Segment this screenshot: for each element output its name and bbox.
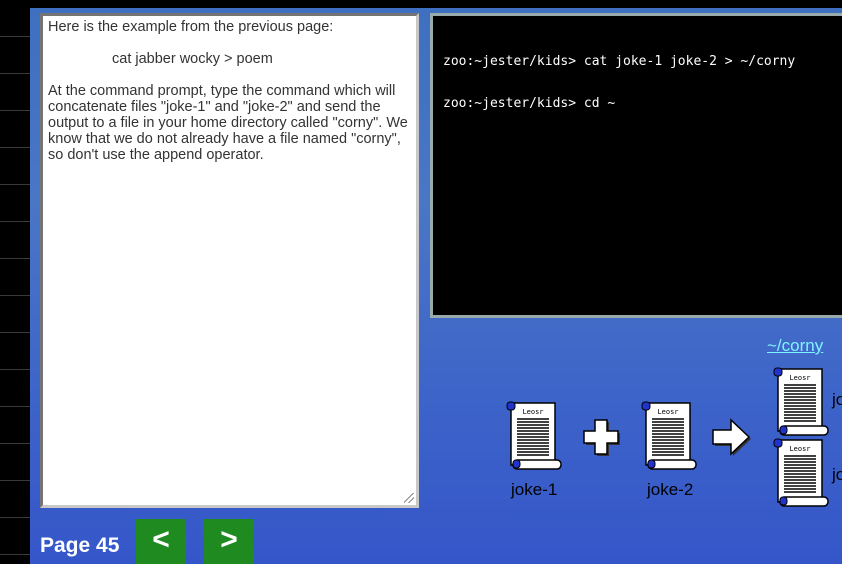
page-number: Page 45 [40,534,120,557]
instructions-task: At the command prompt, type the command … [48,83,408,163]
corny-file-link[interactable]: ~/corny [767,336,823,356]
scroll-header: Leosr [789,374,810,382]
scroll-header: Leosr [789,445,810,453]
joke-2-label: joke-2 [647,480,694,499]
corny-scroll-bottom-icon: Leosr [772,437,830,509]
joke-1-label: joke-1 [511,480,558,499]
next-page-button[interactable]: > [204,519,254,564]
resize-grip-icon[interactable] [404,493,414,503]
corny-scroll-top-icon: Leosr [772,366,830,438]
joke-1-scroll-icon: Leosr [505,400,563,472]
terminal-line: zoo:~jester/kids> cat joke-1 joke-2 > ~/… [443,54,796,69]
terminal-line: zoo:~jester/kids> cd ~ [443,96,616,111]
instructions-textarea[interactable]: Here is the example from the previous pa… [40,13,419,508]
joke-2-scroll-icon: Leosr [640,400,698,472]
instructions-intro: Here is the example from the previous pa… [48,19,334,35]
plus-icon [582,418,620,461]
left-edge-strip [0,0,30,564]
scroll-header: Leosr [522,408,543,416]
cut-off-label: jo [832,465,842,484]
cut-off-label: jo [832,390,842,409]
terminal-window[interactable]: zoo:~jester/kids> cat joke-1 joke-2 > ~/… [430,13,842,318]
previous-page-button[interactable]: < [136,519,186,564]
example-command: cat jabber wocky > poem [112,51,273,67]
scroll-header: Leosr [657,408,678,416]
right-arrow-icon [711,418,753,463]
